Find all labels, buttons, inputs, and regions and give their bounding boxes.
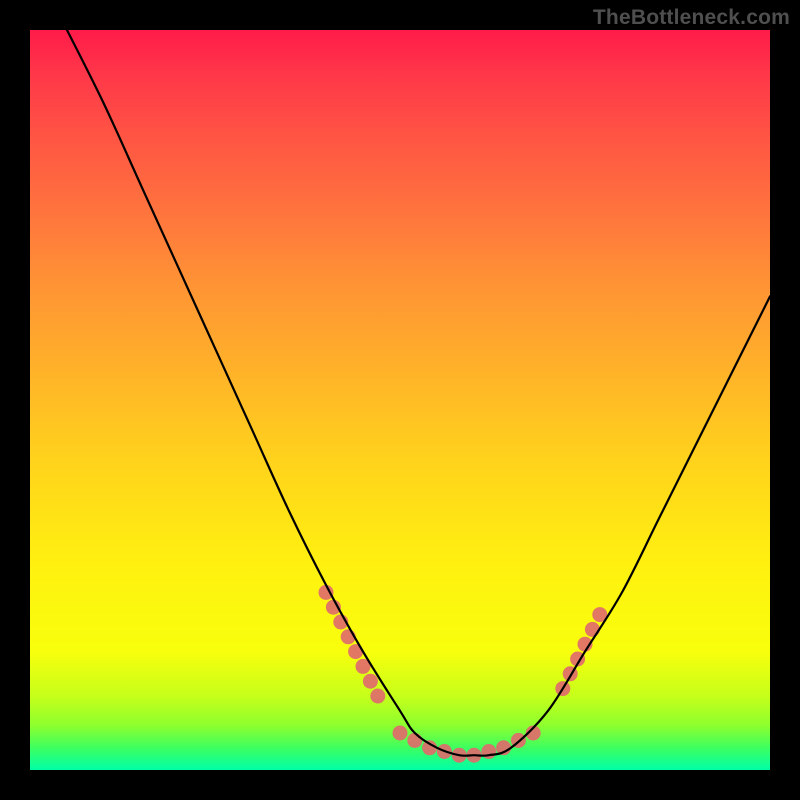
chart-frame: TheBottleneck.com — [0, 0, 800, 800]
watermark-text: TheBottleneck.com — [593, 6, 790, 30]
marker-dot — [370, 689, 385, 704]
marker-dot — [393, 726, 408, 741]
chart-svg — [30, 30, 770, 770]
plot-area — [30, 30, 770, 770]
bottleneck-curve — [67, 30, 770, 756]
marker-dot — [363, 674, 378, 689]
marker-dot — [407, 733, 422, 748]
marker-dot — [585, 622, 600, 637]
marker-layer — [319, 585, 608, 763]
